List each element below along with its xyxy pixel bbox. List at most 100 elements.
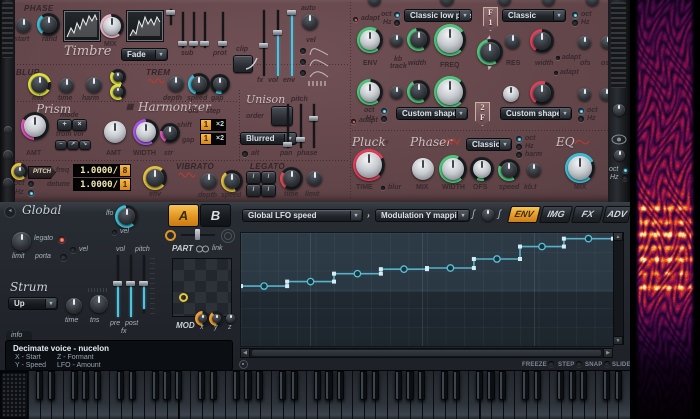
pluck-time-knob[interactable] xyxy=(356,152,382,178)
piano-key-black[interactable] xyxy=(476,371,483,400)
filter-top-knob-5[interactable] xyxy=(586,0,599,6)
env-vscrollbar[interactable] xyxy=(613,232,624,345)
trem-speed-knob[interactable] xyxy=(191,76,207,92)
f2-freq-knob[interactable] xyxy=(437,79,463,105)
piano-key-black[interactable] xyxy=(569,371,576,400)
f2-env-knob[interactable] xyxy=(360,82,380,102)
unison-pan-slider[interactable] xyxy=(283,104,292,148)
f1-width2-knob[interactable] xyxy=(533,32,551,50)
filter-top-knob-1[interactable] xyxy=(368,0,381,6)
part-b-tab[interactable]: B xyxy=(200,204,231,227)
piano-key-black[interactable] xyxy=(580,371,587,400)
piano-key-black[interactable] xyxy=(395,371,402,400)
pitch-env-knob[interactable] xyxy=(146,169,164,187)
f2-oct-radio-right[interactable] xyxy=(578,108,584,114)
trem-gap-knob[interactable] xyxy=(213,77,227,91)
phase-start-knob[interactable] xyxy=(16,18,31,33)
f1-width-knob[interactable] xyxy=(410,31,427,48)
f1-shape-dropdown[interactable]: Classic low pass xyxy=(404,9,472,22)
f1-hz-radio-right[interactable] xyxy=(572,20,578,26)
prism-fall-button[interactable]: ↘ xyxy=(79,140,91,150)
legato-limit-knob[interactable] xyxy=(307,171,322,186)
phaser-harm-radio[interactable] xyxy=(516,152,522,158)
blur-aux-knob-2[interactable] xyxy=(113,87,123,97)
harmonizer-amt-knob[interactable] xyxy=(104,121,126,143)
sub-slider-3[interactable] xyxy=(200,12,209,48)
part-morph-handle[interactable] xyxy=(195,229,200,240)
prism-add-button[interactable]: + xyxy=(57,119,72,131)
legato-mode-button-1[interactable]: / xyxy=(246,171,261,184)
piano-key-black[interactable] xyxy=(453,371,460,400)
envelope-editor[interactable] xyxy=(240,232,614,347)
mod-x-knob[interactable] xyxy=(198,314,207,323)
freeze-radio[interactable] xyxy=(548,361,554,367)
piano-key-black[interactable] xyxy=(418,371,425,400)
env-record-icon[interactable] xyxy=(239,360,248,369)
piano-key-black[interactable] xyxy=(325,371,332,400)
rail-hz-radio[interactable] xyxy=(622,175,628,181)
legato-mode-button-2[interactable]: / xyxy=(261,171,276,184)
filter-top-knob-3[interactable] xyxy=(498,0,511,6)
xy-pad[interactable] xyxy=(172,258,232,317)
mod-z-knob[interactable] xyxy=(226,314,235,323)
harmonizer-shift-value[interactable]: 1×2 xyxy=(200,119,226,131)
phaser-hz-radio[interactable] xyxy=(516,144,522,150)
piano-key-black[interactable] xyxy=(603,371,610,400)
phaser-ofs-knob[interactable] xyxy=(473,160,491,178)
env-shape-radio-1[interactable] xyxy=(300,48,306,54)
phaser-kbt-knob[interactable] xyxy=(527,163,541,177)
env-slider[interactable] xyxy=(287,10,296,76)
env-shape-radio-2[interactable] xyxy=(300,59,306,65)
filter-top-knob-4[interactable] xyxy=(542,0,555,6)
piano-key-black[interactable] xyxy=(499,371,506,400)
piano-key-black[interactable] xyxy=(48,371,55,400)
piano-key-black[interactable] xyxy=(291,371,298,400)
vibrato-speed-knob[interactable] xyxy=(224,173,240,189)
piano-key-black[interactable] xyxy=(163,371,170,400)
part-a-tab[interactable]: A xyxy=(168,204,199,227)
phaser-mode-dropdown[interactable]: Classic xyxy=(466,138,512,151)
f1-adapt-led[interactable] xyxy=(353,17,358,22)
strum-mode-dropdown[interactable]: Up xyxy=(8,297,58,310)
curve-icon-right[interactable]: ʃ xyxy=(498,209,501,220)
prism-rise-button[interactable]: ↗ xyxy=(67,140,79,150)
prism-multiply-button[interactable]: × xyxy=(72,119,87,131)
env-shape-icon-2[interactable] xyxy=(309,57,329,67)
env-tension-knob[interactable] xyxy=(482,209,494,221)
auto-knob[interactable] xyxy=(302,14,318,30)
global-pitch-slider[interactable] xyxy=(126,255,135,317)
pitch-oct-radio[interactable] xyxy=(28,181,34,187)
strum-tns-knob[interactable] xyxy=(90,295,108,313)
f1-oct-radio[interactable] xyxy=(394,12,400,18)
tab-adv[interactable]: ADV xyxy=(602,206,632,223)
scroll-down-arrow[interactable]: ▼ xyxy=(613,336,623,345)
piano-key-black[interactable] xyxy=(372,371,379,400)
piano-keyboard[interactable] xyxy=(28,371,630,419)
tab-fx[interactable]: FX xyxy=(571,206,604,223)
eq-mix-knob[interactable] xyxy=(568,156,592,180)
prot-slider[interactable] xyxy=(218,12,227,48)
timbre-wave-display-2[interactable] xyxy=(127,11,163,41)
pitch-detune-value[interactable]: 1.0000/1 xyxy=(73,178,131,191)
f1-ofs-knob[interactable] xyxy=(578,36,591,49)
timbre-mini-slider[interactable] xyxy=(166,9,175,25)
f2-shape-dropdown[interactable]: Custom shape 2 xyxy=(396,107,468,120)
phaser-width-knob[interactable] xyxy=(442,158,464,180)
piano-key-black[interactable] xyxy=(360,371,367,400)
piano-key-black[interactable] xyxy=(244,371,251,400)
piano-key-black[interactable] xyxy=(441,371,448,400)
piano-key-black[interactable] xyxy=(71,371,78,400)
env-shape-radio-3[interactable] xyxy=(300,70,306,76)
global-fx-slider[interactable] xyxy=(139,255,148,313)
adapt-dot-1[interactable] xyxy=(556,56,560,60)
piano-key-black[interactable] xyxy=(129,371,136,400)
f1-mode-dropdown[interactable]: Classic xyxy=(502,9,566,22)
blur-mix-knob[interactable] xyxy=(31,76,48,93)
f1-freq-knob[interactable] xyxy=(437,27,463,53)
timbre-wave-display-1[interactable] xyxy=(64,11,100,41)
tab-img[interactable]: IMG xyxy=(539,206,573,223)
unison-phase-slider[interactable] xyxy=(309,104,318,148)
fx-slider[interactable] xyxy=(259,10,268,76)
f2-width-knob[interactable] xyxy=(410,83,427,100)
envelope-curve[interactable] xyxy=(241,233,613,346)
